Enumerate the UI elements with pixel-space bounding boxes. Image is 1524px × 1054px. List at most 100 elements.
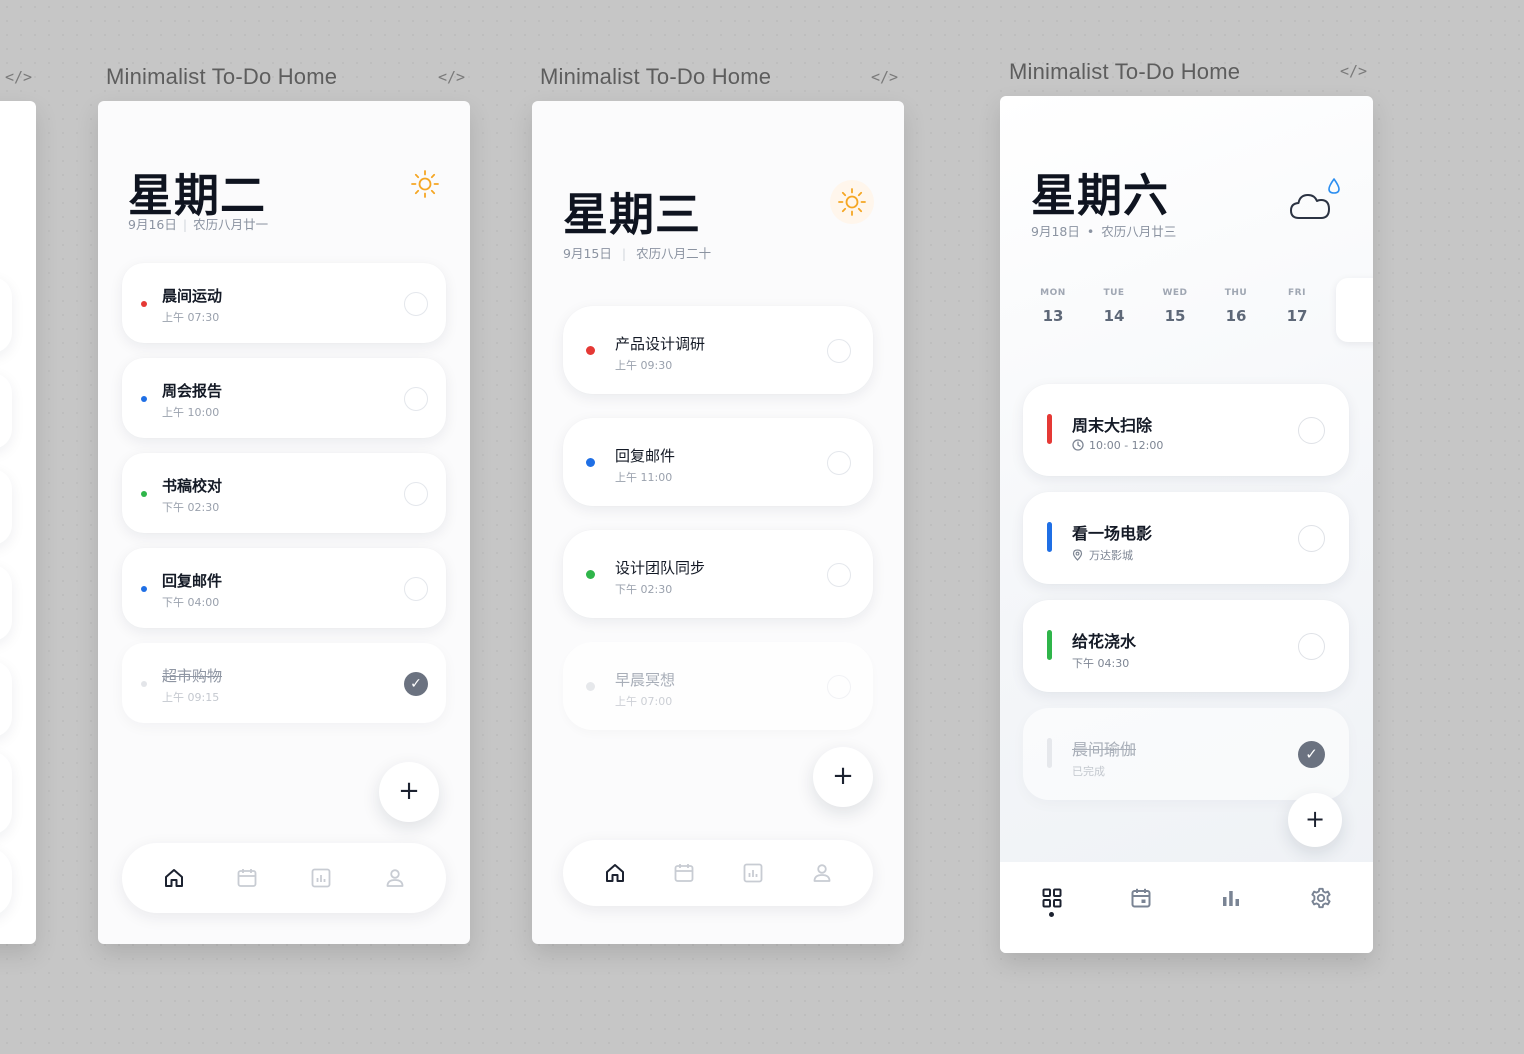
task-item[interactable]: 周会报告 上午 10:00 xyxy=(122,358,446,438)
task-title: 早晨冥想 xyxy=(615,671,676,689)
priority-dot xyxy=(586,458,595,467)
weekday-thu[interactable]: THU 16 xyxy=(1216,288,1256,325)
task-item[interactable]: 书稿校对 下午 02:30 xyxy=(122,453,446,533)
task-item[interactable]: 晨间运动 上午 07:30 xyxy=(122,263,446,343)
task-item[interactable]: 看一场电影 万达影城 xyxy=(1023,492,1349,584)
task-item[interactable]: 回复邮件 下午 04:00 xyxy=(122,548,446,628)
checkmark-icon[interactable]: ✓ xyxy=(1298,741,1325,768)
code-view-icon[interactable]: </> xyxy=(438,68,465,86)
date-text: 9月15日 xyxy=(563,246,612,261)
code-view-icon[interactable]: </> xyxy=(871,68,898,86)
priority-bar xyxy=(1047,738,1052,768)
priority-dot xyxy=(586,682,595,691)
chart-icon[interactable] xyxy=(741,861,765,889)
cloud-rain-icon[interactable] xyxy=(1288,176,1346,224)
calendar-icon[interactable] xyxy=(672,861,696,889)
sun-icon[interactable] xyxy=(410,169,440,199)
task-item-completed[interactable]: 晨间瑜伽 已完成 ✓ xyxy=(1023,708,1349,800)
weekday-number: 15 xyxy=(1164,307,1186,325)
priority-dot xyxy=(141,396,147,402)
add-task-button[interactable]: + xyxy=(1288,793,1342,847)
day-heading: 星期三 xyxy=(563,188,702,241)
weekday-label: WED xyxy=(1162,288,1188,298)
partial-task-card xyxy=(0,565,12,641)
task-item[interactable]: 周末大扫除 10:00 - 12:00 xyxy=(1023,384,1349,476)
calendar-icon[interactable] xyxy=(235,866,259,894)
task-item[interactable]: 给花浇水 下午 04:30 xyxy=(1023,600,1349,692)
weekday-selected-sat[interactable] xyxy=(1336,278,1373,342)
task-title: 晨间瑜伽 xyxy=(1072,740,1137,759)
weekday-number: 16 xyxy=(1225,307,1247,325)
priority-dot xyxy=(141,681,147,687)
date-line: 9月18日 • 农历八月廿三 xyxy=(1031,221,1176,240)
lunar-date: 农历八月廿三 xyxy=(1101,224,1177,239)
task-checkbox[interactable] xyxy=(827,339,851,363)
divider: | xyxy=(621,246,627,261)
home-icon[interactable] xyxy=(162,866,186,894)
task-checkbox[interactable] xyxy=(827,451,851,475)
lunar-date: 农历八月二十 xyxy=(636,246,712,261)
task-title: 周会报告 xyxy=(162,382,223,400)
task-time: 下午 04:00 xyxy=(162,596,220,609)
code-view-icon[interactable]: </> xyxy=(1340,62,1367,80)
divider: | xyxy=(182,217,188,232)
task-title: 回复邮件 xyxy=(615,447,676,465)
task-checkbox[interactable] xyxy=(827,675,851,699)
divider: • xyxy=(1086,224,1095,239)
task-time: 上午 07:30 xyxy=(162,311,220,324)
bottom-nav xyxy=(1000,862,1373,953)
task-item-completed[interactable]: 早晨冥想 上午 07:00 xyxy=(563,642,873,730)
task-title: 书稿校对 xyxy=(162,477,223,495)
task-time: 下午 02:30 xyxy=(615,583,673,596)
task-title: 晨间运动 xyxy=(162,287,223,305)
priority-bar xyxy=(1047,630,1052,660)
profile-icon[interactable] xyxy=(810,861,834,889)
task-time: 下午 04:30 xyxy=(1072,657,1130,670)
task-item[interactable]: 回复邮件 上午 11:00 xyxy=(563,418,873,506)
weekday-number: 14 xyxy=(1103,307,1125,325)
add-task-button[interactable]: + xyxy=(813,747,873,807)
task-checkbox[interactable] xyxy=(827,563,851,587)
task-checkbox[interactable] xyxy=(1298,633,1325,660)
bar-chart-icon[interactable] xyxy=(1219,886,1243,914)
task-item-completed[interactable]: 超市购物 上午 09:15 ✓ xyxy=(122,643,446,723)
task-time: 上午 09:15 xyxy=(162,691,220,704)
task-checkbox[interactable] xyxy=(404,292,428,316)
weekday-mon[interactable]: MON 13 xyxy=(1033,288,1073,325)
weekday-fri[interactable]: FRI 17 xyxy=(1277,288,1317,325)
frame-title: Minimalist To-Do Home xyxy=(1009,59,1241,84)
task-item[interactable]: 产品设计调研 上午 09:30 xyxy=(563,306,873,394)
priority-dot xyxy=(586,570,595,579)
phone-frame-wednesday: 星期三 9月15日 | 农历八月二十 产品设计调研 上午 09:30 回复邮件 上午… xyxy=(532,101,904,944)
task-item[interactable]: 设计团队同步 下午 02:30 xyxy=(563,530,873,618)
task-checkbox[interactable] xyxy=(404,387,428,411)
chart-icon[interactable] xyxy=(309,866,333,894)
task-time: 上午 07:00 xyxy=(615,695,673,708)
weekday-wed[interactable]: WED 15 xyxy=(1155,288,1195,325)
home-icon[interactable] xyxy=(603,861,627,889)
task-title: 回复邮件 xyxy=(162,572,223,590)
partial-task-card xyxy=(0,277,12,353)
task-checkbox[interactable] xyxy=(1298,525,1325,552)
weekday-tue[interactable]: TUE 14 xyxy=(1094,288,1134,325)
checkmark-icon[interactable]: ✓ xyxy=(404,672,428,696)
calendar-icon[interactable] xyxy=(1129,886,1153,914)
day-heading: 星期六 xyxy=(1031,169,1170,222)
partial-task-card xyxy=(0,469,12,545)
profile-icon[interactable] xyxy=(383,866,407,894)
partial-phone-card xyxy=(0,101,36,944)
bottom-nav xyxy=(563,840,873,906)
partial-task-card xyxy=(0,373,12,449)
task-checkbox[interactable] xyxy=(404,482,428,506)
bottom-nav xyxy=(122,843,446,913)
code-view-icon[interactable]: </> xyxy=(5,68,32,86)
settings-icon[interactable] xyxy=(1309,886,1333,914)
weekday-label: MON xyxy=(1040,288,1066,298)
task-title: 产品设计调研 xyxy=(615,335,706,353)
task-checkbox[interactable] xyxy=(1298,417,1325,444)
grid-icon[interactable] xyxy=(1040,886,1064,914)
sun-icon[interactable] xyxy=(830,180,874,224)
add-task-button[interactable]: + xyxy=(379,762,439,822)
task-checkbox[interactable] xyxy=(404,577,428,601)
task-status: 已完成 xyxy=(1072,765,1105,778)
